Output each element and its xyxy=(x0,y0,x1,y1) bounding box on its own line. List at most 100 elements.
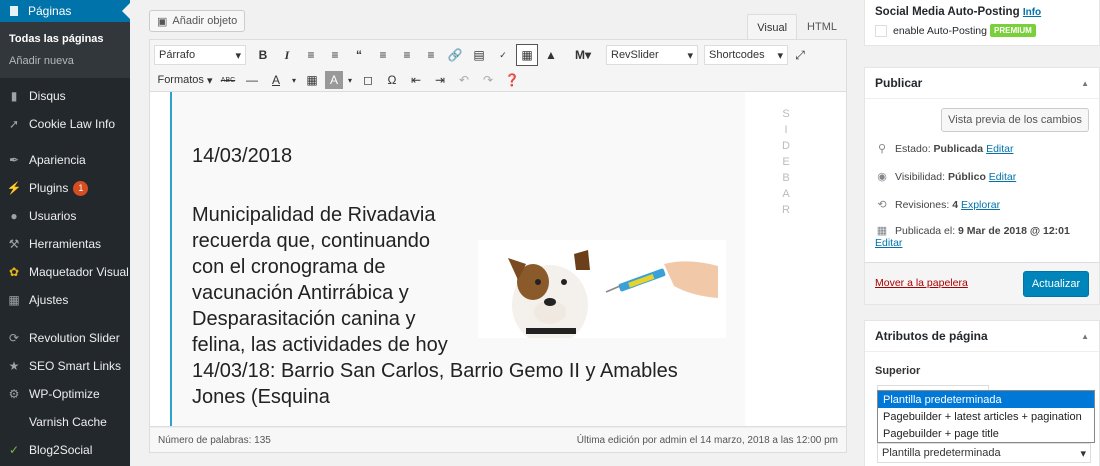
blockquote-button[interactable]: “ xyxy=(348,44,370,66)
tab-visual[interactable]: Visual xyxy=(747,14,798,40)
editor-content[interactable]: 14/03/2018 Municipalidad de Rivadavia re… xyxy=(149,92,847,427)
sidebar-item-cookie[interactable]: ➚ Cookie Law Info xyxy=(0,110,130,138)
undo-button[interactable]: ↶ xyxy=(453,69,475,91)
template-option[interactable]: Plantilla predeterminada xyxy=(878,391,1094,408)
spellcheck-button[interactable]: ✓ xyxy=(492,44,514,66)
clear-format-button[interactable]: ◻ xyxy=(357,69,379,91)
redo-button[interactable]: ↷ xyxy=(477,69,499,91)
preview-changes-button[interactable]: Vista previa de los cambios xyxy=(941,108,1089,132)
strikethrough-button[interactable]: ABC xyxy=(217,69,239,91)
publish-header[interactable]: Publicar ▲ xyxy=(865,68,1099,99)
sidebar-item-apariencia[interactable]: ✒ Apariencia xyxy=(0,146,130,174)
shortcodes-select[interactable]: Shortcodes ▾ xyxy=(704,45,788,65)
italic-button[interactable]: I xyxy=(276,44,298,66)
wp-admin-page: Páginas Todas las páginas Añadir nueva ▮… xyxy=(0,0,1100,466)
dog-vaccine-image[interactable] xyxy=(478,240,726,338)
admin-sidebar: Páginas Todas las páginas Añadir nueva ▮… xyxy=(0,0,130,466)
sidebar-item-paginas[interactable]: Páginas xyxy=(0,0,130,22)
update-button[interactable]: Actualizar xyxy=(1023,271,1089,297)
calendar-icon: ▦ xyxy=(876,225,888,237)
sidebar-item-label: Revolution Slider xyxy=(29,331,120,345)
sidebar-item-label: Apariencia xyxy=(29,153,86,167)
sidebar-item-label: SEO Smart Links xyxy=(29,359,122,373)
dog-illustration xyxy=(478,240,726,338)
special-char-button[interactable]: Ω xyxy=(381,69,403,91)
sidebar-item-usuarios[interactable]: ● Usuarios xyxy=(0,202,130,230)
tab-html[interactable]: HTML xyxy=(797,14,847,40)
more-tag-button[interactable]: ▤ xyxy=(468,44,490,66)
horizontal-line-button[interactable]: — xyxy=(241,69,263,91)
submenu-add-new[interactable]: Añadir nueva xyxy=(0,50,130,72)
post-editor: ▣ Añadir objeto Visual HTML Párrafo ▾ B I … xyxy=(149,7,847,466)
move-to-trash-link[interactable]: Mover a la papelera xyxy=(875,277,968,289)
sidebar-item-revslider[interactable]: ⟳ Revolution Slider xyxy=(0,324,130,352)
chevron-down-icon[interactable]: ▾ xyxy=(345,69,355,91)
sidebar-item-label: Usuarios xyxy=(29,209,77,223)
sidebar-item-herramientas[interactable]: ⚒ Herramientas xyxy=(0,230,130,258)
status-row: ⚲ Estado: Publicada Editar xyxy=(875,142,1014,156)
social-posting-box: Social Media Auto-Posting Info enable Au… xyxy=(864,0,1100,46)
edit-status-link[interactable]: Editar xyxy=(986,143,1013,155)
sidebar-item-seo-links[interactable]: ★ SEO Smart Links xyxy=(0,352,130,380)
published-row: ▦ Publicada el: 9 Mar de 2018 @ 12:01 Edit… xyxy=(875,224,1090,249)
sidebar-letter-4: E xyxy=(782,156,790,168)
toolbar-toggle-button[interactable]: ▦ xyxy=(516,44,538,66)
enable-checkbox[interactable] xyxy=(875,24,887,37)
template-select[interactable]: Plantilla predeterminada ▾ xyxy=(877,443,1091,463)
document-area[interactable]: 14/03/2018 Municipalidad de Rivadavia re… xyxy=(170,92,745,426)
published-value: 9 Mar de 2018 @ 12:01 xyxy=(958,225,1070,237)
number-list-button[interactable]: ≡ xyxy=(324,44,346,66)
bg-color-button[interactable]: A xyxy=(325,71,343,89)
revisions-label: Revisiones: xyxy=(895,198,950,211)
revisions-row: ⟲ Revisiones: 4 Explorar xyxy=(875,198,1000,212)
edit-visibility-link[interactable]: Editar xyxy=(989,171,1016,183)
attributes-header[interactable]: Atributos de página ▲ xyxy=(865,321,1099,352)
last-edit: Última edición por admin el 14 marzo, 20… xyxy=(576,434,838,446)
word-count: Número de palabras: 135 xyxy=(158,434,271,446)
visual-composer-button[interactable]: M▾ xyxy=(567,44,599,66)
sidebar-item-plugins[interactable]: ⚡ Plugins 1 xyxy=(0,174,130,202)
social-title-row: Social Media Auto-Posting Info xyxy=(865,0,1099,18)
align-center-button[interactable]: ≡ xyxy=(396,44,418,66)
template-option[interactable]: Pagebuilder + latest articles + paginati… xyxy=(878,408,1094,425)
attributes-title: Atributos de página xyxy=(875,329,988,343)
template-select-value: Plantilla predeterminada xyxy=(882,447,1001,459)
submenu-all-pages[interactable]: Todas las páginas xyxy=(0,28,130,50)
text-color-button[interactable]: A xyxy=(265,69,287,91)
editor-tabs: Visual HTML xyxy=(747,14,847,40)
align-right-button[interactable]: ≡ xyxy=(420,44,442,66)
bullet-list-button[interactable]: ≡ xyxy=(300,44,322,66)
sidebar-item-varnish[interactable]: Varnish Cache xyxy=(0,408,130,436)
sidebar-item-label: Páginas xyxy=(28,4,72,18)
sidebar-letter-6: A xyxy=(782,188,790,200)
sidebar-item-label: WP-Optimize xyxy=(29,387,100,401)
help-icon[interactable]: ❓ xyxy=(501,69,523,91)
revslider-select[interactable]: RevSlider ▾ xyxy=(606,45,698,65)
indent-button[interactable]: ⇥ xyxy=(429,69,451,91)
publish-box: Publicar ▲ Vista previa de los cambios ⚲ E… xyxy=(864,67,1100,305)
browse-revisions-link[interactable]: Explorar xyxy=(961,199,1000,211)
add-media-button[interactable]: ▣ Añadir objeto xyxy=(149,10,246,32)
visibility-row: ◉ Visibilidad: Público Editar xyxy=(875,170,1016,184)
pagebuilder-button[interactable]: ▲ xyxy=(540,44,562,66)
format-select[interactable]: Párrafo ▾ xyxy=(154,45,246,65)
link-button[interactable]: 🔗 xyxy=(444,44,466,66)
sidebar-item-ajustes[interactable]: ▦ Ajustes xyxy=(0,286,130,314)
sidebar-item-blog2social[interactable]: ✓ Blog2Social xyxy=(0,436,130,464)
plugin-icon: ⚡ xyxy=(6,181,22,195)
collapse-arrow-icon: ▲ xyxy=(1081,331,1089,341)
settings-icon: ▦ xyxy=(8,293,20,307)
fullscreen-button[interactable]: ⤢ xyxy=(789,44,811,66)
formats-menu[interactable]: Formatos ▾ xyxy=(155,69,215,91)
paste-text-button[interactable]: ▦ xyxy=(301,69,323,91)
social-info-link[interactable]: Info xyxy=(1023,7,1041,18)
edit-date-link[interactable]: Editar xyxy=(875,237,902,249)
align-left-button[interactable]: ≡ xyxy=(372,44,394,66)
sidebar-item-disqus[interactable]: ▮ Disqus xyxy=(0,82,130,110)
template-option[interactable]: Pagebuilder + page title xyxy=(878,425,1094,442)
outdent-button[interactable]: ⇤ xyxy=(405,69,427,91)
sidebar-item-wp-optimize[interactable]: ⚙ WP-Optimize xyxy=(0,380,130,408)
bold-button[interactable]: B xyxy=(252,44,274,66)
sidebar-item-maquetador[interactable]: ✿ Maquetador Visual xyxy=(0,258,130,286)
chevron-down-icon[interactable]: ▾ xyxy=(289,69,299,91)
